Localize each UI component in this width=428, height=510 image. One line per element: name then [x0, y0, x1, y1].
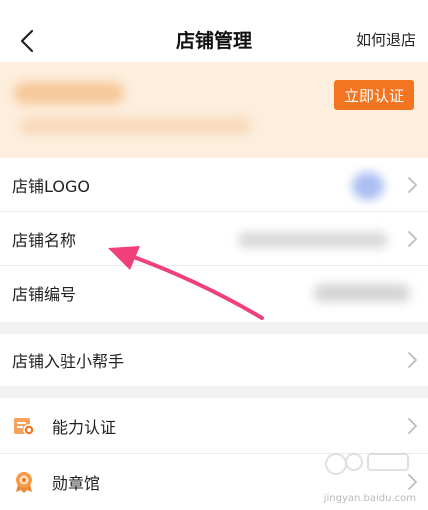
store-onboarding-helper-label: 店铺入驻小帮手	[12, 352, 125, 371]
medal-icon	[16, 472, 32, 493]
store-logo-row[interactable]: 店铺LOGO	[0, 158, 428, 212]
redacted-store-id	[314, 284, 410, 302]
medal-hall-label: 勋章馆	[52, 474, 101, 493]
capability-certification-label: 能力认证	[52, 417, 117, 437]
redacted-store-logo	[352, 172, 384, 200]
store-info-section: 店铺LOGO 店铺名称 店铺编号	[0, 158, 428, 322]
store-name-label: 店铺名称	[12, 230, 77, 250]
chevron-right-icon	[408, 352, 417, 368]
store-onboarding-helper-row[interactable]: 店铺入驻小帮手	[0, 334, 428, 386]
redacted-store-name	[238, 232, 388, 248]
store-logo-label: 店铺LOGO	[12, 176, 90, 196]
chevron-right-icon	[408, 176, 417, 193]
page-title: 店铺管理	[175, 30, 252, 52]
store-name-row[interactable]: 店铺名称	[0, 212, 428, 266]
helper-section: 店铺入驻小帮手	[0, 334, 428, 386]
how-to-close-store-link[interactable]: 如何退店	[356, 29, 416, 50]
certificate-icon	[14, 417, 35, 436]
redacted-banner-title	[14, 82, 124, 104]
verification-banner: 立即认证	[0, 62, 428, 158]
baidu-watermark-logo	[325, 453, 409, 475]
chevron-left-icon	[20, 29, 34, 53]
redacted-banner-subtitle	[20, 118, 250, 134]
watermark-text: jingyan.baidu.com	[323, 493, 416, 504]
certify-now-button[interactable]: 立即认证	[334, 80, 414, 110]
chevron-right-icon	[408, 230, 417, 247]
back-button[interactable]	[12, 24, 42, 58]
chevron-right-icon	[408, 417, 417, 434]
store-id-row: 店铺编号	[0, 266, 428, 320]
store-id-label: 店铺编号	[12, 285, 77, 304]
store-management-page: 店铺管理 如何退店 立即认证 店铺LOGO 店铺名称 店铺编号 店铺入驻小帮手 …	[0, 0, 428, 510]
